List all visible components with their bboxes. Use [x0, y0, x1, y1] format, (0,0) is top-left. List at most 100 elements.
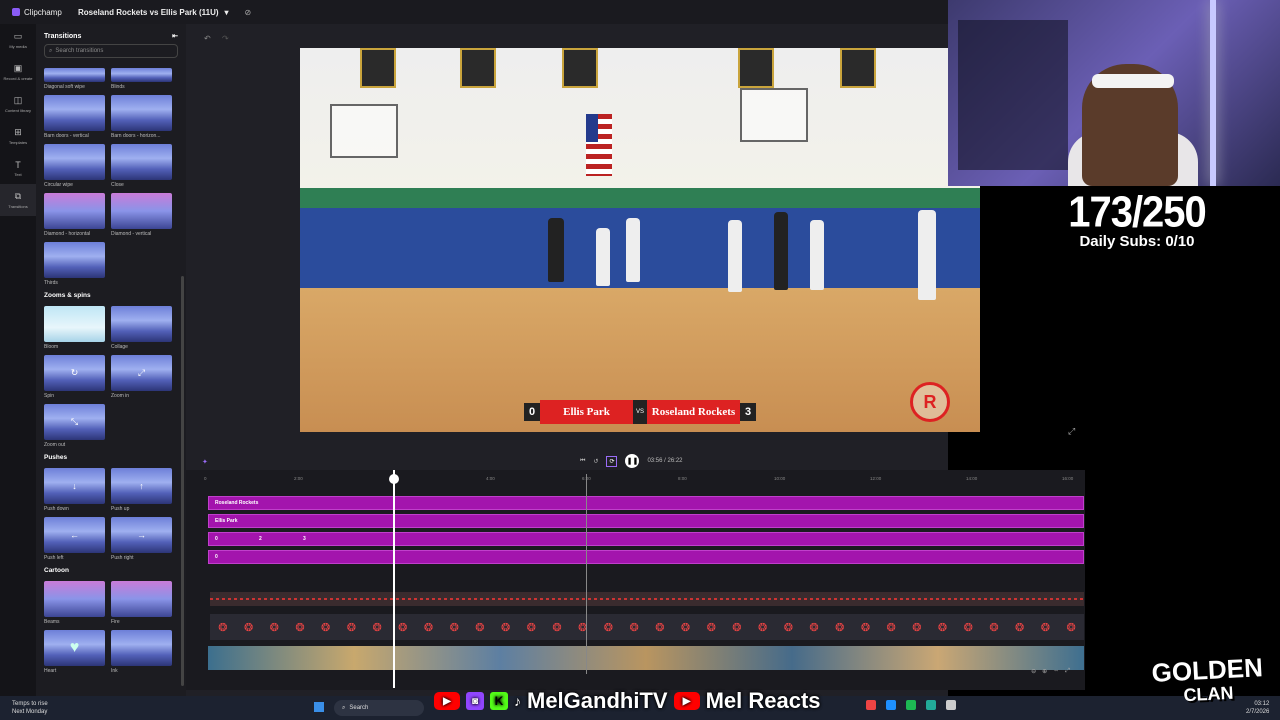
sticker-clip-icon[interactable]: ❂ [441, 614, 467, 640]
score-track[interactable]: 0 2 3 [208, 532, 1084, 546]
timeline[interactable]: ✦ 0 2:00 4:00 6:00 8:00 10:00 12:00 14:0… [186, 459, 1086, 690]
sticker-clip-icon[interactable]: ❂ [801, 614, 827, 640]
sticker-clip-icon[interactable]: ❂ [981, 614, 1007, 640]
text-track[interactable]: Ellis Park [208, 514, 1084, 528]
app-icon[interactable] [946, 700, 956, 710]
transition-thumb[interactable] [111, 306, 172, 342]
transition-thumb[interactable] [44, 193, 105, 229]
undo-icon[interactable]: ↶ [204, 34, 211, 43]
sub-count: 173/250 [1068, 187, 1207, 237]
sticker-clip-icon[interactable]: ❂ [673, 614, 699, 640]
rail-record-create[interactable]: ▣ Record & create [0, 56, 36, 88]
transition-thumb[interactable] [44, 68, 105, 82]
sticker-clip-icon[interactable]: ❂ [570, 614, 596, 640]
sticker-clip-icon[interactable]: ❂ [544, 614, 570, 640]
sticker-clip-icon[interactable]: ❂ [955, 614, 981, 640]
zoom-in-icon[interactable]: ⊕ [1042, 668, 1047, 675]
sticker-clip-icon[interactable]: ❂ [1007, 614, 1033, 640]
fit-icon[interactable]: ⇔ [1053, 668, 1059, 675]
sticker-clip-icon[interactable]: ❂ [724, 614, 750, 640]
expand-icon[interactable]: ⤢ [1065, 668, 1070, 675]
edge-icon[interactable] [886, 700, 896, 710]
panel-scrollbar[interactable] [181, 276, 184, 686]
search-transitions-input[interactable]: ⌕ Search transitions [44, 44, 178, 58]
transition-thumb[interactable] [44, 95, 105, 131]
weather-widget[interactable]: Temps to rise Next Monday [12, 700, 48, 716]
rail-templates[interactable]: ⊞ Templates [0, 120, 36, 152]
cloud-off-icon[interactable]: ⊘ [245, 8, 252, 17]
sticker-clip-icon[interactable]: ❂ [210, 614, 236, 640]
transition-thumb[interactable] [111, 630, 172, 666]
transition-thumb[interactable]: ↓ [44, 468, 105, 504]
sticker-clip-icon[interactable]: ❂ [364, 614, 390, 640]
timeline-ruler[interactable]: 0 2:00 4:00 6:00 8:00 10:00 12:00 14:00 … [204, 474, 1084, 486]
transition-thumb[interactable]: ♥ [44, 630, 105, 666]
sticker-clip-icon[interactable]: ❂ [878, 614, 904, 640]
rail-text[interactable]: T Text [0, 152, 36, 184]
sticker-clip-icon[interactable]: ❂ [853, 614, 879, 640]
video-preview[interactable]: 0 Ellis Park VS Roseland Rockets 3 R [300, 48, 980, 432]
sticker-clip-icon[interactable]: ❂ [261, 614, 287, 640]
pause-button[interactable]: ❚❚ [625, 454, 640, 468]
zoom-out-icon[interactable]: ⊖ [1031, 668, 1036, 675]
video-track[interactable] [208, 646, 1084, 670]
transition-thumb[interactable]: → [111, 517, 172, 553]
transition-thumb[interactable] [44, 242, 105, 278]
sticker-track[interactable]: ❂ ❂ ❂ ❂ ❂ ❂ ❂ ❂ ❂ ❂ ❂ ❂ ❂ ❂ ❂ ❂ ❂ ❂ ❂ ❂ ❂ ❂ ❂ ❂ ❂ ❂ ❂ ❂ ❂ ❂ ❂ ❂ ❂ ❂ [210, 614, 1084, 640]
transition-thumb[interactable] [111, 68, 172, 82]
fullscreen-icon[interactable]: ⤢ [1068, 426, 1075, 437]
windows-start-icon[interactable] [314, 702, 324, 712]
sticker-clip-icon[interactable]: ❂ [904, 614, 930, 640]
redo-icon[interactable]: ↷ [222, 34, 229, 43]
sticker-clip-icon[interactable]: ❂ [313, 614, 339, 640]
sticker-clip-icon[interactable]: ❂ [698, 614, 724, 640]
sticker-clip-icon[interactable]: ❂ [1033, 614, 1059, 640]
collapse-panel-icon[interactable]: ⇤ [172, 32, 178, 40]
transition-thumb[interactable]: ⤢ [111, 355, 172, 391]
sticker-clip-icon[interactable]: ❂ [493, 614, 519, 640]
transition-thumb[interactable]: ← [44, 517, 105, 553]
sticker-clip-icon[interactable]: ❂ [287, 614, 313, 640]
sticker-clip-icon[interactable]: ❂ [775, 614, 801, 640]
sticker-clip-icon[interactable]: ❂ [1058, 614, 1084, 640]
playhead[interactable] [388, 470, 399, 688]
transition-thumb[interactable] [44, 581, 105, 617]
score-track[interactable]: 0 [208, 550, 1084, 564]
sticker-clip-icon[interactable]: ❂ [827, 614, 853, 640]
sticker-clip-icon[interactable]: ❂ [236, 614, 262, 640]
sticker-clip-icon[interactable]: ❂ [596, 614, 622, 640]
transition-thumb[interactable]: ⤡ [44, 404, 105, 440]
transition-thumb[interactable]: ↑ [111, 468, 172, 504]
section-title: Zooms & spins [44, 292, 91, 299]
sticker-clip-icon[interactable]: ❂ [647, 614, 673, 640]
transition-thumb[interactable] [111, 95, 172, 131]
transition-thumb[interactable] [44, 144, 105, 180]
sticker-clip-icon[interactable]: ❂ [750, 614, 776, 640]
transition-thumb[interactable] [111, 193, 172, 229]
sticker-clip-icon[interactable]: ❂ [621, 614, 647, 640]
sticker-clip-icon[interactable]: ❂ [416, 614, 442, 640]
transition-thumb[interactable] [111, 581, 172, 617]
magic-icon[interactable]: ✦ [202, 458, 208, 466]
taskbar-search[interactable]: ⌕ Search [334, 700, 424, 716]
project-title-button[interactable]: Roseland Rockets vs Ellis Park (11U) ▾ [78, 8, 229, 17]
transition-thumb[interactable] [111, 144, 172, 180]
skip-back-icon[interactable]: ⏮ [580, 458, 585, 465]
app-icon[interactable] [926, 700, 936, 710]
sticker-clip-icon[interactable]: ❂ [467, 614, 493, 640]
rewind-icon[interactable]: ↺ [593, 458, 598, 465]
transition-thumb[interactable]: ↻ [44, 355, 105, 391]
rail-content-library[interactable]: ◫ Content library [0, 88, 36, 120]
sticker-clip-icon[interactable]: ❂ [339, 614, 365, 640]
spotify-icon[interactable] [906, 700, 916, 710]
text-track[interactable]: Roseland Rockets [208, 496, 1084, 510]
app-logo[interactable]: Clipchamp [0, 8, 78, 17]
chrome-icon[interactable] [866, 700, 876, 710]
loop-icon[interactable]: ⟳ [606, 455, 618, 467]
sticker-clip-icon[interactable]: ❂ [518, 614, 544, 640]
rail-transitions[interactable]: ⧉ Transitions [0, 184, 36, 216]
sticker-clip-icon[interactable]: ❂ [930, 614, 956, 640]
transition-thumb[interactable] [44, 306, 105, 342]
rail-my-media[interactable]: ▭ My media [0, 24, 36, 56]
audio-track[interactable] [210, 592, 1084, 606]
